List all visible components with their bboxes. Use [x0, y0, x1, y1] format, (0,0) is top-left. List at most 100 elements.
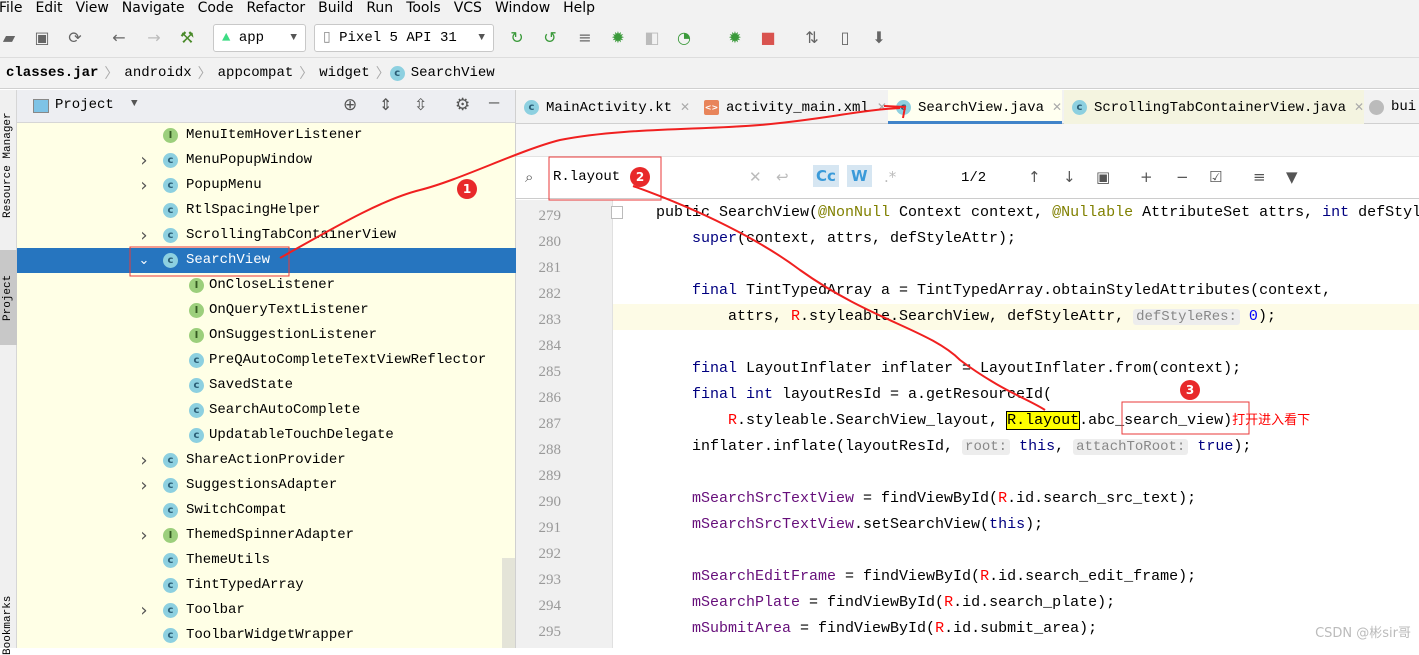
- match-case-toggle[interactable]: Cc: [813, 165, 839, 187]
- menu-run[interactable]: Run: [359, 0, 399, 20]
- apply-changes-icon[interactable]: ↻: [508, 29, 526, 47]
- breadcrumb-item[interactable]: androidx: [118, 65, 197, 81]
- tree-item[interactable]: I MenuItemHoverListener: [17, 123, 516, 148]
- expand-all-icon[interactable]: ⇕: [379, 95, 392, 115]
- collapse-all-icon[interactable]: ⇳: [414, 95, 427, 115]
- tree-item[interactable]: I OnCloseListener: [17, 273, 516, 298]
- apply-code-changes-icon[interactable]: ↺: [541, 29, 559, 47]
- tab-activity-main-xml[interactable]: <> activity_main.xml ✕: [696, 90, 887, 124]
- chevron-right-icon[interactable]: ›: [137, 148, 151, 173]
- menu-build[interactable]: Build: [311, 0, 359, 20]
- filter-icon[interactable]: ▼: [1286, 168, 1298, 186]
- forward-icon[interactable]: →: [145, 29, 163, 47]
- minimize-icon[interactable]: —: [489, 94, 499, 113]
- search-icon[interactable]: ⌕: [525, 168, 533, 186]
- resource-manager-tab[interactable]: Resource Manager: [0, 100, 17, 230]
- close-icon[interactable]: ✕: [680, 100, 690, 114]
- build-hammer-icon[interactable]: ⚒: [178, 29, 196, 47]
- menu-code[interactable]: Code: [191, 0, 240, 20]
- tree-item[interactable]: › c Toolbar: [17, 598, 516, 623]
- fold-icon[interactable]: [611, 206, 623, 219]
- chevron-right-icon[interactable]: ›: [137, 473, 151, 498]
- attach-debugger-icon[interactable]: ✹: [726, 29, 744, 47]
- save-icon[interactable]: ▣: [33, 29, 51, 47]
- tree-item[interactable]: c UpdatableTouchDelegate: [17, 423, 516, 448]
- tree-item[interactable]: c PreQAutoCompleteTextViewReflector: [17, 348, 516, 373]
- tree-item[interactable]: c TintTypedArray: [17, 573, 516, 598]
- gradle-sync-icon[interactable]: ⇅: [803, 29, 821, 47]
- sync-icon[interactable]: ⟳: [66, 29, 84, 47]
- chevron-right-icon[interactable]: ›: [137, 223, 151, 248]
- stop-icon[interactable]: ■: [759, 29, 777, 47]
- tree-item[interactable]: › c PopupMenu: [17, 173, 516, 198]
- previous-match-icon[interactable]: ↑: [1028, 168, 1041, 186]
- regex-toggle[interactable]: .*: [884, 168, 896, 186]
- menu-window[interactable]: Window: [488, 0, 556, 20]
- tree-item[interactable]: › c ScrollingTabContainerView: [17, 223, 516, 248]
- menu-vcs[interactable]: VCS: [447, 0, 488, 20]
- tree-item[interactable]: c SwitchCompat: [17, 498, 516, 523]
- project-view-select[interactable]: Project: [55, 97, 114, 113]
- breadcrumb-item[interactable]: SearchView: [405, 65, 501, 81]
- clear-icon[interactable]: ✕: [749, 168, 762, 186]
- device-select[interactable]: ▯ Pixel 5 API 31 ▼: [314, 24, 494, 52]
- add-occurrence-icon[interactable]: +: [1140, 168, 1153, 186]
- chevron-right-icon[interactable]: ›: [137, 523, 151, 548]
- avd-manager-icon[interactable]: ▯: [836, 29, 854, 47]
- breadcrumb-item[interactable]: widget: [313, 65, 375, 81]
- tree-item[interactable]: c SavedState: [17, 373, 516, 398]
- run-config-select[interactable]: ▲ app ▼: [213, 24, 306, 52]
- close-icon[interactable]: ✕: [877, 100, 887, 114]
- menu-file[interactable]: File: [0, 0, 28, 20]
- breadcrumb-item[interactable]: appcompat: [212, 65, 300, 81]
- filter-options-icon[interactable]: ≡: [1253, 168, 1266, 186]
- attach-icon[interactable]: ◧: [643, 29, 661, 47]
- tree-item[interactable]: I OnQueryTextListener: [17, 298, 516, 323]
- profile-icon[interactable]: ◔: [675, 29, 693, 47]
- tree-scrollbar[interactable]: [502, 558, 515, 648]
- debug-icon[interactable]: ✹: [609, 29, 627, 47]
- menu-refactor[interactable]: Refactor: [239, 0, 311, 20]
- tree-item[interactable]: c RtlSpacingHelper: [17, 198, 516, 223]
- tab-scrollingtabcontainerview-java[interactable]: c ScrollingTabContainerView.java ✕: [1064, 90, 1365, 124]
- chevron-right-icon[interactable]: ›: [137, 173, 151, 198]
- logcat-icon[interactable]: ≡: [576, 29, 594, 47]
- tree-item[interactable]: c ToolbarWidgetWrapper: [17, 623, 516, 648]
- menu-edit[interactable]: Edit: [28, 0, 68, 20]
- code-area[interactable]: public SearchView(@NonNull Context conte…: [516, 200, 1419, 648]
- chevron-right-icon[interactable]: ›: [137, 448, 151, 473]
- whole-word-toggle[interactable]: W: [847, 165, 872, 187]
- menu-help[interactable]: Help: [556, 0, 601, 20]
- close-icon[interactable]: ✕: [1052, 100, 1062, 114]
- breadcrumb-item[interactable]: classes.jar: [0, 65, 104, 81]
- tree-item[interactable]: ⌄ c SearchView: [17, 248, 516, 273]
- tab-mainactivity-kt[interactable]: c MainActivity.kt ✕: [516, 90, 690, 124]
- tree-item[interactable]: › I ThemedSpinnerAdapter: [17, 523, 516, 548]
- newline-icon[interactable]: ↩: [776, 168, 789, 186]
- tree-item[interactable]: › c MenuPopupWindow: [17, 148, 516, 173]
- tree-item[interactable]: c ThemeUtils: [17, 548, 516, 573]
- chevron-right-icon[interactable]: ›: [137, 598, 151, 623]
- next-match-icon[interactable]: ↓: [1063, 168, 1076, 186]
- chevron-down-icon[interactable]: ⌄: [137, 248, 151, 273]
- chevron-down-icon[interactable]: ▼: [131, 98, 138, 110]
- tree-item[interactable]: I OnSuggestionListener: [17, 323, 516, 348]
- tree-item[interactable]: c SearchAutoComplete: [17, 398, 516, 423]
- menu-view[interactable]: View: [69, 0, 115, 20]
- remove-occurrence-icon[interactable]: −: [1176, 168, 1189, 186]
- tree-item[interactable]: › c SuggestionsAdapter: [17, 473, 516, 498]
- find-input[interactable]: R.layout: [553, 169, 620, 185]
- menu-navigate[interactable]: Navigate: [115, 0, 191, 20]
- tab-searchview-java[interactable]: c SearchView.java ✕: [888, 90, 1063, 124]
- bookmarks-tab[interactable]: Bookmarks: [0, 595, 17, 655]
- locate-icon[interactable]: ⊕: [343, 95, 357, 116]
- gear-icon[interactable]: ⚙: [455, 95, 470, 116]
- back-icon[interactable]: ←: [110, 29, 128, 47]
- select-all-occurrences-icon[interactable]: ▣: [1096, 168, 1110, 186]
- sdk-manager-icon[interactable]: ⬇: [870, 29, 888, 47]
- project-tool-tab[interactable]: Project: [0, 250, 17, 345]
- select-all-icon[interactable]: ☑: [1209, 168, 1222, 186]
- tab-bui[interactable]: bui: [1361, 90, 1416, 124]
- tree-item[interactable]: › c ShareActionProvider: [17, 448, 516, 473]
- open-folder-icon[interactable]: ▰: [0, 29, 18, 47]
